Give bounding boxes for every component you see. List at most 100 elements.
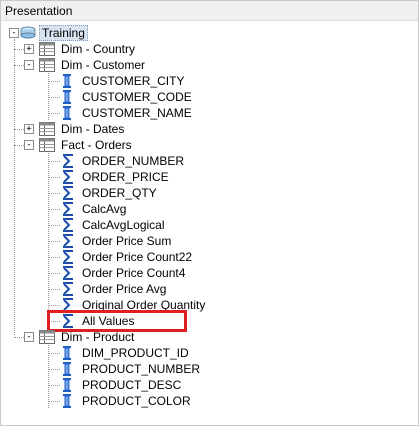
- tree-line: [48, 97, 60, 98]
- collapse-icon[interactable]: -: [24, 140, 34, 150]
- measure-label: Order Price Avg: [82, 282, 167, 296]
- expand-icon[interactable]: +: [24, 124, 34, 134]
- measure-icon: [61, 154, 77, 168]
- tree-line: [48, 369, 60, 370]
- measure-label: Order Price Sum: [82, 234, 172, 248]
- column-icon: [61, 106, 77, 120]
- column-icon: [61, 90, 77, 104]
- measure-icon: [61, 314, 77, 328]
- folder-label: Dim - Country: [61, 42, 136, 56]
- tree-measure-item[interactable]: Order Price Avg: [1, 281, 418, 297]
- presentation-tree: - Training + Dim - Country - Dim - Custo…: [1, 23, 418, 423]
- tree-line: [48, 273, 60, 274]
- tree-column-item[interactable]: CUSTOMER_NAME: [1, 105, 418, 121]
- panel-title: Presentation: [5, 4, 73, 18]
- folder-dim-product[interactable]: - Dim - Product: [1, 329, 418, 345]
- tree-line: [48, 353, 60, 354]
- collapse-icon[interactable]: -: [24, 60, 34, 70]
- tree-line: [14, 49, 24, 50]
- tree-root[interactable]: - Training: [1, 25, 418, 41]
- collapse-icon[interactable]: -: [24, 332, 34, 342]
- column-label: CUSTOMER_CITY: [82, 74, 185, 88]
- table-icon: [39, 58, 55, 72]
- tree-measure-item[interactable]: Original Order Quantity: [1, 297, 418, 313]
- tree-line: [48, 225, 60, 226]
- tree-line: [48, 177, 60, 178]
- measure-label: ORDER_NUMBER: [82, 154, 185, 168]
- tree-line: [48, 241, 60, 242]
- tree-measure-item-all-values[interactable]: All Values: [1, 313, 418, 329]
- panel-title-bar: Presentation: [1, 1, 418, 21]
- tree-measure-item[interactable]: ORDER_QTY: [1, 185, 418, 201]
- tree-line: [14, 145, 24, 146]
- measure-icon: [61, 186, 77, 200]
- column-icon: [61, 378, 77, 392]
- expand-icon[interactable]: +: [24, 44, 34, 54]
- measure-icon: [61, 250, 77, 264]
- measure-label: CalcAvgLogical: [82, 218, 165, 232]
- tree-column-item[interactable]: PRODUCT_COLOR: [1, 393, 418, 409]
- measure-label: Original Order Quantity: [82, 298, 206, 312]
- tree-line: [48, 81, 60, 82]
- tree-line: [48, 385, 60, 386]
- column-label: CUSTOMER_NAME: [82, 106, 192, 120]
- tree-root-label: Training: [39, 25, 88, 41]
- table-icon: [39, 138, 55, 152]
- folder-label: Dim - Product: [61, 330, 135, 344]
- column-label: CUSTOMER_CODE: [82, 90, 192, 104]
- folder-dim-country[interactable]: + Dim - Country: [1, 41, 418, 57]
- measure-label: Order Price Count4: [82, 266, 186, 280]
- tree-line: [48, 401, 60, 402]
- tree-measure-item[interactable]: Order Price Count4: [1, 265, 418, 281]
- database-icon: [20, 26, 36, 40]
- tree-measure-item[interactable]: CalcAvg: [1, 201, 418, 217]
- tree-measure-item[interactable]: ORDER_PRICE: [1, 169, 418, 185]
- tree-line: [14, 129, 24, 130]
- folder-dim-dates[interactable]: + Dim - Dates: [1, 121, 418, 137]
- tree-line: [48, 193, 60, 194]
- table-icon: [39, 42, 55, 56]
- table-icon: [39, 330, 55, 344]
- tree-line: [48, 113, 60, 114]
- tree-column-item[interactable]: PRODUCT_DESC: [1, 377, 418, 393]
- tree-column-item[interactable]: PRODUCT_NUMBER: [1, 361, 418, 377]
- measure-label: CalcAvg: [82, 202, 127, 216]
- presentation-panel: Presentation - Training + Dim - Country …: [0, 0, 419, 426]
- measure-icon: [61, 298, 77, 312]
- tree-measure-item[interactable]: Order Price Sum: [1, 233, 418, 249]
- folder-label: Dim - Customer: [61, 58, 146, 72]
- column-label: PRODUCT_COLOR: [82, 394, 191, 408]
- tree-measure-item[interactable]: CalcAvgLogical: [1, 217, 418, 233]
- collapse-icon[interactable]: -: [9, 28, 19, 38]
- measure-label: Order Price Count22: [82, 250, 193, 264]
- column-icon: [61, 394, 77, 408]
- measure-icon: [61, 282, 77, 296]
- tree-line: [14, 65, 24, 66]
- column-label: PRODUCT_NUMBER: [82, 362, 201, 376]
- measure-icon: [61, 218, 77, 232]
- tree-line: [48, 257, 60, 258]
- folder-label: Dim - Dates: [61, 122, 125, 136]
- tree-column-item[interactable]: CUSTOMER_CODE: [1, 89, 418, 105]
- table-icon: [39, 122, 55, 136]
- measure-icon: [61, 266, 77, 280]
- folder-fact-orders[interactable]: - Fact - Orders: [1, 137, 418, 153]
- tree-column-item[interactable]: DIM_PRODUCT_ID: [1, 345, 418, 361]
- column-icon: [61, 346, 77, 360]
- tree-line: [48, 321, 60, 322]
- column-icon: [61, 362, 77, 376]
- measure-label: ORDER_QTY: [82, 186, 157, 200]
- folder-label: Fact - Orders: [61, 138, 132, 152]
- tree-column-item[interactable]: CUSTOMER_CITY: [1, 73, 418, 89]
- tree-measure-item[interactable]: Order Price Count22: [1, 249, 418, 265]
- tree-line: [48, 305, 60, 306]
- measure-label: ORDER_PRICE: [82, 170, 169, 184]
- column-label: DIM_PRODUCT_ID: [82, 346, 189, 360]
- folder-dim-customer[interactable]: - Dim - Customer: [1, 57, 418, 73]
- tree-line: [48, 209, 60, 210]
- tree-measure-item[interactable]: ORDER_NUMBER: [1, 153, 418, 169]
- measure-icon: [61, 202, 77, 216]
- column-icon: [61, 74, 77, 88]
- tree-line: [48, 289, 60, 290]
- measure-icon: [61, 234, 77, 248]
